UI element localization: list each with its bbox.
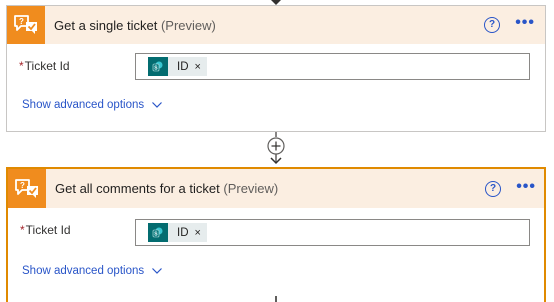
dynamic-content-token[interactable]: S ID × bbox=[148, 57, 207, 76]
required-marker: * bbox=[19, 59, 24, 73]
action-card-header[interactable]: ? Get a single ticket (Preview) ? ••• bbox=[7, 6, 545, 44]
more-options-icon[interactable]: ••• bbox=[516, 179, 536, 195]
required-marker: * bbox=[20, 223, 25, 237]
token-label: ID bbox=[177, 60, 189, 73]
token-label: ID bbox=[177, 226, 189, 239]
ticket-id-label: *Ticket Id bbox=[20, 223, 71, 237]
sharepoint-icon: S bbox=[148, 57, 168, 76]
chevron-down-icon bbox=[152, 268, 163, 274]
dynamic-content-token[interactable]: S ID × bbox=[148, 223, 207, 242]
field-label-text: Ticket Id bbox=[24, 59, 70, 73]
show-advanced-options-link[interactable]: Show advanced options bbox=[22, 265, 163, 277]
more-options-icon[interactable]: ••• bbox=[515, 15, 535, 31]
add-step-plus-icon[interactable] bbox=[264, 132, 288, 167]
action-card-header[interactable]: ? Get all comments for a ticket (Preview… bbox=[8, 169, 544, 208]
outgoing-connector-line bbox=[275, 296, 277, 302]
action-title[interactable]: Get all comments for a ticket (Preview) bbox=[55, 181, 278, 196]
action-title[interactable]: Get a single ticket (Preview) bbox=[54, 18, 216, 33]
help-icon[interactable]: ? bbox=[484, 17, 500, 33]
action-title-text: Get a single ticket bbox=[54, 17, 158, 33]
ticket-id-input[interactable]: S ID × bbox=[135, 219, 530, 246]
preview-tag: (Preview) bbox=[223, 181, 279, 196]
sharepoint-icon: S bbox=[148, 223, 168, 242]
action-card-get-all-comments[interactable]: ? Get all comments for a ticket (Preview… bbox=[6, 167, 546, 302]
svg-text:?: ? bbox=[20, 181, 25, 190]
action-title-text: Get all comments for a ticket bbox=[55, 181, 220, 196]
remove-token-icon[interactable]: × bbox=[195, 61, 201, 73]
freshdesk-app-icon: ? bbox=[7, 6, 45, 44]
advanced-options-label: Show advanced options bbox=[22, 265, 145, 277]
advanced-options-label: Show advanced options bbox=[22, 99, 145, 111]
chevron-down-icon bbox=[152, 102, 163, 108]
field-label-text: Ticket Id bbox=[25, 223, 71, 237]
remove-token-icon[interactable]: × bbox=[195, 227, 201, 239]
ticket-id-input[interactable]: S ID × bbox=[135, 53, 530, 80]
preview-tag: (Preview) bbox=[160, 17, 216, 33]
svg-text:?: ? bbox=[19, 17, 24, 26]
freshdesk-app-icon: ? bbox=[8, 169, 46, 208]
ticket-id-label: *Ticket Id bbox=[19, 59, 70, 73]
action-card-get-single-ticket[interactable]: ? Get a single ticket (Preview) ? ••• *T… bbox=[6, 5, 546, 132]
help-icon[interactable]: ? bbox=[485, 181, 501, 197]
show-advanced-options-link[interactable]: Show advanced options bbox=[22, 99, 163, 111]
